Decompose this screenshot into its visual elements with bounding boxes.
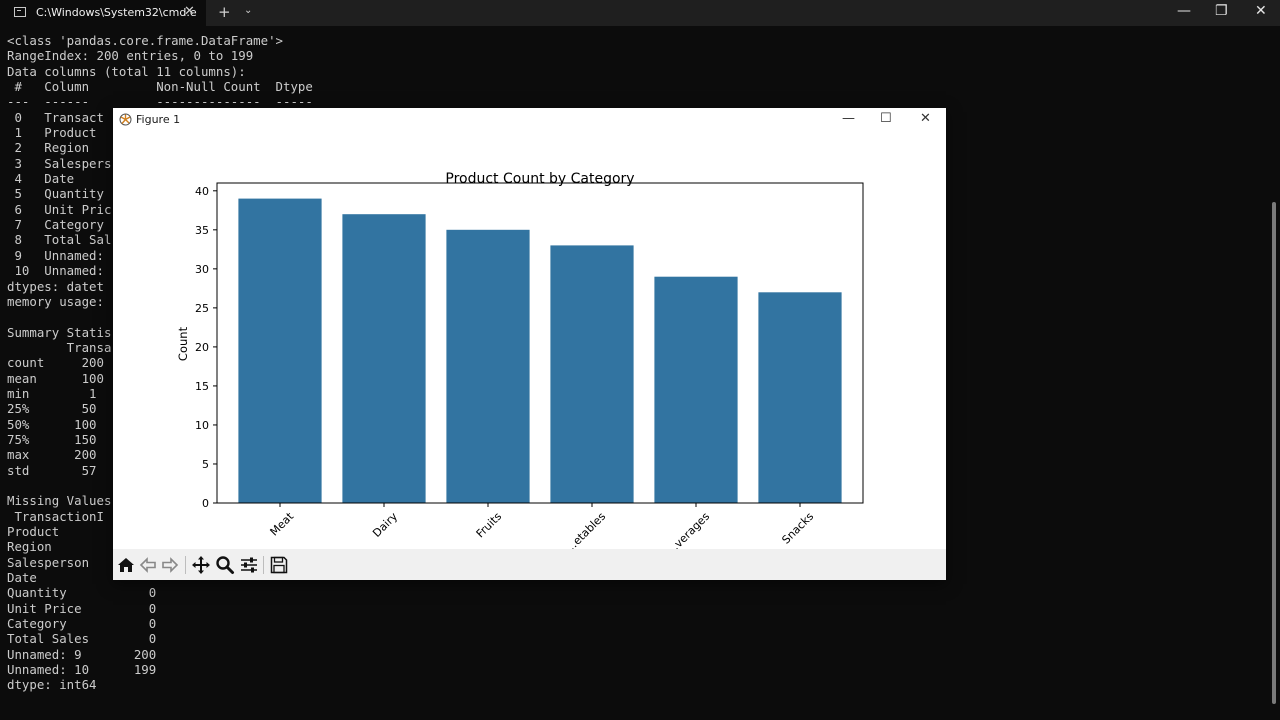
terminal-line: Unnamed: 10 199 [7, 662, 157, 678]
y-tick-label: 30 [195, 263, 209, 276]
configure-icon[interactable] [238, 555, 260, 575]
x-tick-label: Dairy [370, 510, 400, 540]
save-icon[interactable] [268, 555, 290, 575]
terminal-line: <class 'pandas.core.frame.DataFrame'> [7, 33, 284, 48]
x-tick-label: Meat [268, 509, 297, 538]
figure-titlebar[interactable]: Figure 1 — ☐ ✕ [113, 108, 946, 132]
y-tick-label: 0 [202, 497, 209, 510]
back-icon[interactable] [137, 555, 159, 575]
forward-icon[interactable] [159, 555, 181, 575]
bar-chart: Product Count by Category Count 0 5 10 15 20… [176, 171, 864, 558]
figure-maximize-icon[interactable]: ☐ [880, 111, 892, 126]
bar-fruits [446, 229, 530, 504]
figure-toolbar [113, 549, 946, 580]
minimize-icon[interactable]: — [1177, 3, 1191, 19]
chevron-down-icon[interactable]: ⌄ [244, 5, 252, 16]
y-tick-label: 25 [195, 302, 209, 315]
terminal-line: Unit Price 0 [7, 600, 157, 616]
terminal-scrollbar[interactable] [1272, 202, 1276, 704]
figure-window: Figure 1 — ☐ ✕ Product Count by Category… [113, 108, 946, 580]
figure-minimize-icon[interactable]: — [842, 111, 855, 126]
terminal-line: Unnamed: 9 200 [7, 646, 157, 662]
zoom-icon[interactable] [214, 555, 236, 575]
restore-icon[interactable]: ❐ [1215, 3, 1228, 19]
new-tab-button[interactable]: + [218, 3, 231, 21]
terminal-line: Total Sales 0 [7, 631, 157, 647]
x-tick-label: Snacks [779, 510, 816, 547]
bar-vegetables [550, 245, 634, 503]
y-tick-label: 35 [195, 224, 209, 237]
y-tick-label: 5 [202, 458, 209, 471]
y-tick-label: 20 [195, 341, 209, 354]
close-window-icon[interactable]: ✕ [1255, 3, 1267, 19]
y-tick-label: 10 [195, 419, 209, 432]
bar-meat [238, 198, 322, 503]
y-tick-label: 40 [195, 185, 209, 198]
toolbar-separator [263, 556, 264, 574]
x-tick-label: …etables [563, 510, 609, 549]
figure-close-icon[interactable]: ✕ [920, 111, 931, 126]
chart-ylabel: Count [176, 326, 190, 361]
close-tab-icon[interactable]: ✕ [184, 4, 195, 19]
terminal-tab-title: C:\Windows\System32\cmd.e [36, 6, 197, 19]
bar-snacks [758, 292, 842, 503]
terminal-tab[interactable]: C:\Windows\System32\cmd.e ✕ [0, 0, 206, 26]
toolbar-separator [185, 556, 186, 574]
terminal-line: Category 0 [7, 616, 157, 632]
terminal-line: Quantity 0 [7, 585, 157, 601]
terminal-line: Data columns (total 11 columns): [7, 63, 246, 79]
terminal-line: RangeIndex: 200 entries, 0 to 199 [7, 48, 254, 64]
terminal-line: dtype: int64 [7, 677, 97, 693]
matplotlib-icon [119, 113, 132, 126]
x-tick-label: …verages [664, 510, 712, 549]
terminal-icon [14, 7, 26, 17]
bar-beverages [654, 276, 738, 503]
terminal-line: # Column Non-Null Count Dtype [7, 79, 313, 95]
figure-title: Figure 1 [136, 113, 181, 126]
home-icon[interactable] [115, 555, 137, 575]
pan-icon[interactable] [190, 555, 212, 575]
x-tick-label: Fruits [474, 510, 505, 541]
bar-dairy [342, 214, 426, 503]
terminal-titlebar: C:\Windows\System32\cmd.e ✕ + ⌄ — ❐ ✕ [0, 0, 1280, 26]
y-tick-label: 15 [195, 380, 209, 393]
figure-canvas[interactable]: Product Count by Category Count 0 5 10 15 20… [113, 132, 946, 558]
chart-title: Product Count by Category [445, 171, 634, 187]
